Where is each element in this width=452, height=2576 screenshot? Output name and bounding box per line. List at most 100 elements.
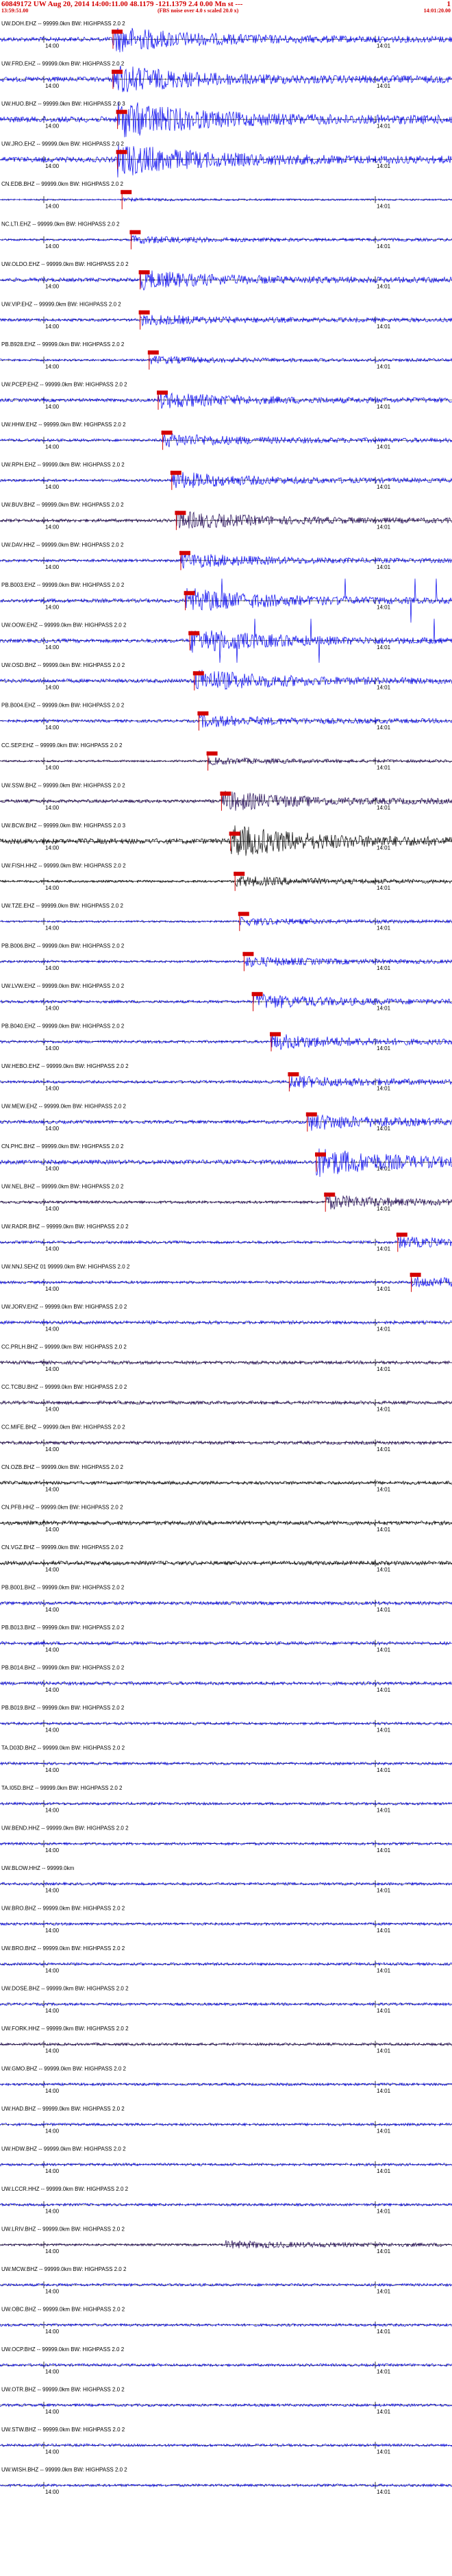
time-tick-label: 14:00 bbox=[45, 1406, 60, 1412]
time-tick-label: 14:01 bbox=[377, 1767, 391, 1773]
time-tick-label: 14:00 bbox=[45, 1005, 60, 1011]
time-tick-label: 14:00 bbox=[45, 925, 60, 931]
station-label: UW.NEL.BHZ -- 99999.0km BW: HIGHPASS 2.0… bbox=[1, 1184, 124, 1190]
trace-row: 14:00 14:01 CC.PRLH.BHZ -- 99999.0km BW: H… bbox=[0, 1344, 452, 1372]
time-tick-label: 14:01 bbox=[377, 1527, 391, 1533]
time-tick-label: 14:00 bbox=[45, 2088, 60, 2094]
time-tick-label: 14:01 bbox=[377, 1165, 391, 1171]
station-label: UW.OSD.BHZ -- 99999.0km BW: HIGHPASS 2.0… bbox=[1, 662, 125, 668]
time-tick-label: 14:01 bbox=[377, 1045, 391, 1052]
station-label: UW.JORV.EHZ -- 99999.0km BW: HIGHPASS 2.… bbox=[1, 1304, 127, 1310]
station-label: UW.JRO.EHZ -- 99999.0km BW: HIGHPASS 2.0… bbox=[1, 141, 124, 147]
trace-row: 14:00 14:01 PB.B006.BHZ -- 99999.0km BW: H… bbox=[0, 943, 452, 971]
waveform bbox=[0, 234, 452, 245]
trace-row: 14:00 14:01 UW.LRIV.BHZ -- 99999.0km BW: H… bbox=[0, 2226, 452, 2255]
station-label: UW.LRIV.BHZ -- 99999.0km BW: HIGHPASS 2.… bbox=[1, 2226, 125, 2233]
time-tick-label: 14:01 bbox=[377, 965, 391, 971]
trace-row: 14:00 14:01 UW.BUV.BHZ -- 99999.0km BW: HI… bbox=[0, 502, 452, 531]
station-label: UW.HAD.BHZ -- 99999.0km BW: HIGHPASS 2.0… bbox=[1, 2106, 125, 2112]
trace-row: 14:00 14:01 PB.B019.BHZ -- 99999.0km BW: H… bbox=[0, 1705, 452, 1733]
time-tick-label: 14:01 bbox=[377, 684, 391, 690]
station-label: UW.DOH.EHZ -- 99999.0km BW: HIGHPASS 2.0… bbox=[1, 21, 125, 27]
time-tick-label: 14:01 bbox=[377, 363, 391, 369]
trace-row: 14:00 14:01 UW.PCEP.EHZ -- 99999.0km BW: H… bbox=[0, 382, 452, 410]
time-tick-label: 14:01 bbox=[377, 885, 391, 891]
trace-row: 14:00 14:01 UW.HUO.BHZ -- 99999.0km BW: HI… bbox=[0, 101, 452, 138]
time-tick-label: 14:01 bbox=[377, 2208, 391, 2214]
station-label: PB.B003.EHZ -- 99999.0km BW: HIGHPASS 2.… bbox=[1, 582, 125, 588]
time-tick-label: 14:00 bbox=[45, 1767, 60, 1773]
time-tick-label: 14:01 bbox=[377, 2168, 391, 2174]
waveform bbox=[0, 1148, 452, 1177]
time-tick-label: 14:00 bbox=[45, 1887, 60, 1893]
time-tick-label: 14:00 bbox=[45, 2048, 60, 2054]
station-label: UW.DOSE.BHZ -- 99999.0km BW: HIGHPASS 2.… bbox=[1, 1986, 129, 1992]
time-tick-label: 14:00 bbox=[45, 1286, 60, 1292]
station-label: PB.B014.BHZ -- 99999.0km BW: HIGHPASS 2.… bbox=[1, 1665, 125, 1671]
station-label: CN.VGZ.BHZ -- 99999.0km BW: HIGHPASS 2.0… bbox=[1, 1544, 124, 1551]
time-tick-label: 14:00 bbox=[45, 243, 60, 250]
time-tick-label: 14:01 bbox=[377, 1807, 391, 1813]
time-tick-label: 14:00 bbox=[45, 363, 60, 369]
trace-row: 14:00 14:01 UW.DOH.EHZ -- 99999.0km BW: HI… bbox=[0, 21, 452, 53]
time-tick-label: 14:01 bbox=[377, 1727, 391, 1733]
waveform bbox=[0, 825, 452, 856]
trace-row: 14:00 14:01 UW.LCCR.HHZ -- 99999.0km BW: H… bbox=[0, 2186, 452, 2214]
time-tick-label: 14:00 bbox=[45, 965, 60, 971]
station-label: UW.BCW.BHZ -- 99999.0km BW: HIGHPASS 2.0… bbox=[1, 823, 126, 829]
trace-row: 14:00 14:01 UW.TZE.EHZ -- 99999.0km BW: HI… bbox=[0, 903, 452, 932]
time-tick-label: 14:00 bbox=[45, 1326, 60, 1332]
trace-row: 14:00 14:01 UW.OSD.BHZ -- 99999.0km BW: HI… bbox=[0, 662, 452, 691]
station-label: UW.BUV.BHZ -- 99999.0km BW: HIGHPASS 2.0… bbox=[1, 502, 124, 508]
time-tick-label: 14:01 bbox=[377, 1005, 391, 1011]
trace-row: 14:00 14:01 UW.JRO.EHZ -- 99999.0km BW: HI… bbox=[0, 141, 452, 178]
trace-row: 14:00 14:01 UW.SSW.BHZ -- 99999.0km BW: HI… bbox=[0, 783, 452, 811]
station-label: UW.GMO.BHZ -- 99999.0km BW: HIGHPASS 2.0… bbox=[1, 2066, 127, 2072]
trace-row: 14:00 14:01 CN.EDB.BHZ -- 99999.0km BW: HI… bbox=[0, 181, 452, 210]
time-tick-label: 14:00 bbox=[45, 524, 60, 530]
time-tick-label: 14:01 bbox=[377, 1847, 391, 1854]
time-tick-label: 14:01 bbox=[377, 2248, 391, 2255]
time-tick-label: 14:00 bbox=[45, 203, 60, 209]
trace-row: 14:00 14:01 TA.I05D.BHZ -- 99999.0km BW: H… bbox=[0, 1785, 452, 1813]
time-tick-label: 14:00 bbox=[45, 1967, 60, 1973]
time-tick-label: 14:01 bbox=[377, 1928, 391, 1934]
station-label: CC.SEP.EHZ -- 99999.0km BW: HIGHPASS 2.0… bbox=[1, 742, 123, 749]
station-label: PB.B006.BHZ -- 99999.0km BW: HIGHPASS 2.… bbox=[1, 943, 125, 949]
time-tick-label: 14:01 bbox=[377, 1607, 391, 1613]
station-label: TA.I05D.BHZ -- 99999.0km BW: HIGHPASS 2.… bbox=[1, 1785, 123, 1791]
time-tick-label: 14:01 bbox=[377, 1206, 391, 1212]
station-label: UW.FRD.EHZ -- 99999.0km BW: HIGHPASS 2.0… bbox=[1, 61, 125, 67]
time-tick-label: 14:01 bbox=[377, 564, 391, 570]
time-tick-label: 14:00 bbox=[45, 1928, 60, 1934]
time-tick-label: 14:00 bbox=[45, 1607, 60, 1613]
time-tick-label: 14:00 bbox=[45, 2168, 60, 2174]
time-tick-label: 14:00 bbox=[45, 1126, 60, 1132]
time-tick-label: 14:01 bbox=[377, 1687, 391, 1693]
time-tick-label: 14:00 bbox=[45, 1085, 60, 1091]
trace-row: 14:00 14:01 PB.B928.EHZ -- 99999.0km BW: H… bbox=[0, 341, 452, 370]
station-label: UW.HUO.BHZ -- 99999.0km BW: HIGHPASS 2.0… bbox=[1, 101, 125, 107]
time-tick-label: 14:01 bbox=[377, 644, 391, 651]
trace-row: 14:00 14:01 UW.GMO.BHZ -- 99999.0km BW: HI… bbox=[0, 2066, 452, 2094]
time-tick-label: 14:00 bbox=[45, 123, 60, 129]
station-label: UW.MEW.EHZ -- 99999.0km BW: HIGHPASS 2.0… bbox=[1, 1104, 127, 1110]
time-tick-label: 14:01 bbox=[377, 1486, 391, 1492]
station-label: PB.B013.BHZ -- 99999.0km BW: HIGHPASS 2.… bbox=[1, 1625, 125, 1631]
time-tick-label: 14:00 bbox=[45, 725, 60, 731]
trace-row: 14:00 14:01 UW.FRD.EHZ -- 99999.0km BW: HI… bbox=[0, 61, 452, 93]
waveform bbox=[0, 2240, 452, 2249]
seismogram-stack: 14:00 14:01 UW.DOH.EHZ -- 99999.0km BW: HI… bbox=[0, 21, 452, 2495]
station-label: UW.SSW.BHZ -- 99999.0km BW: HIGHPASS 2.0… bbox=[1, 783, 125, 789]
time-tick-label: 14:01 bbox=[377, 1366, 391, 1372]
time-tick-label: 14:01 bbox=[377, 163, 391, 169]
trace-row: 14:00 14:01 PB.B040.EHZ -- 99999.0km BW: H… bbox=[0, 1023, 452, 1052]
time-tick-label: 14:01 bbox=[377, 404, 391, 410]
time-tick-label: 14:01 bbox=[377, 484, 391, 490]
station-label: PB.B019.BHZ -- 99999.0km BW: HIGHPASS 2.… bbox=[1, 1705, 125, 1711]
time-tick-label: 14:00 bbox=[45, 1847, 60, 1854]
time-tick-label: 14:00 bbox=[45, 1165, 60, 1171]
station-label: UW.TZE.EHZ -- 99999.0km BW: HIGHPASS 2.0… bbox=[1, 903, 124, 909]
time-tick-label: 14:01 bbox=[377, 283, 391, 289]
station-label: CN.PFB.HHZ -- 99999.0km BW: HIGHPASS 2.0… bbox=[1, 1505, 123, 1511]
